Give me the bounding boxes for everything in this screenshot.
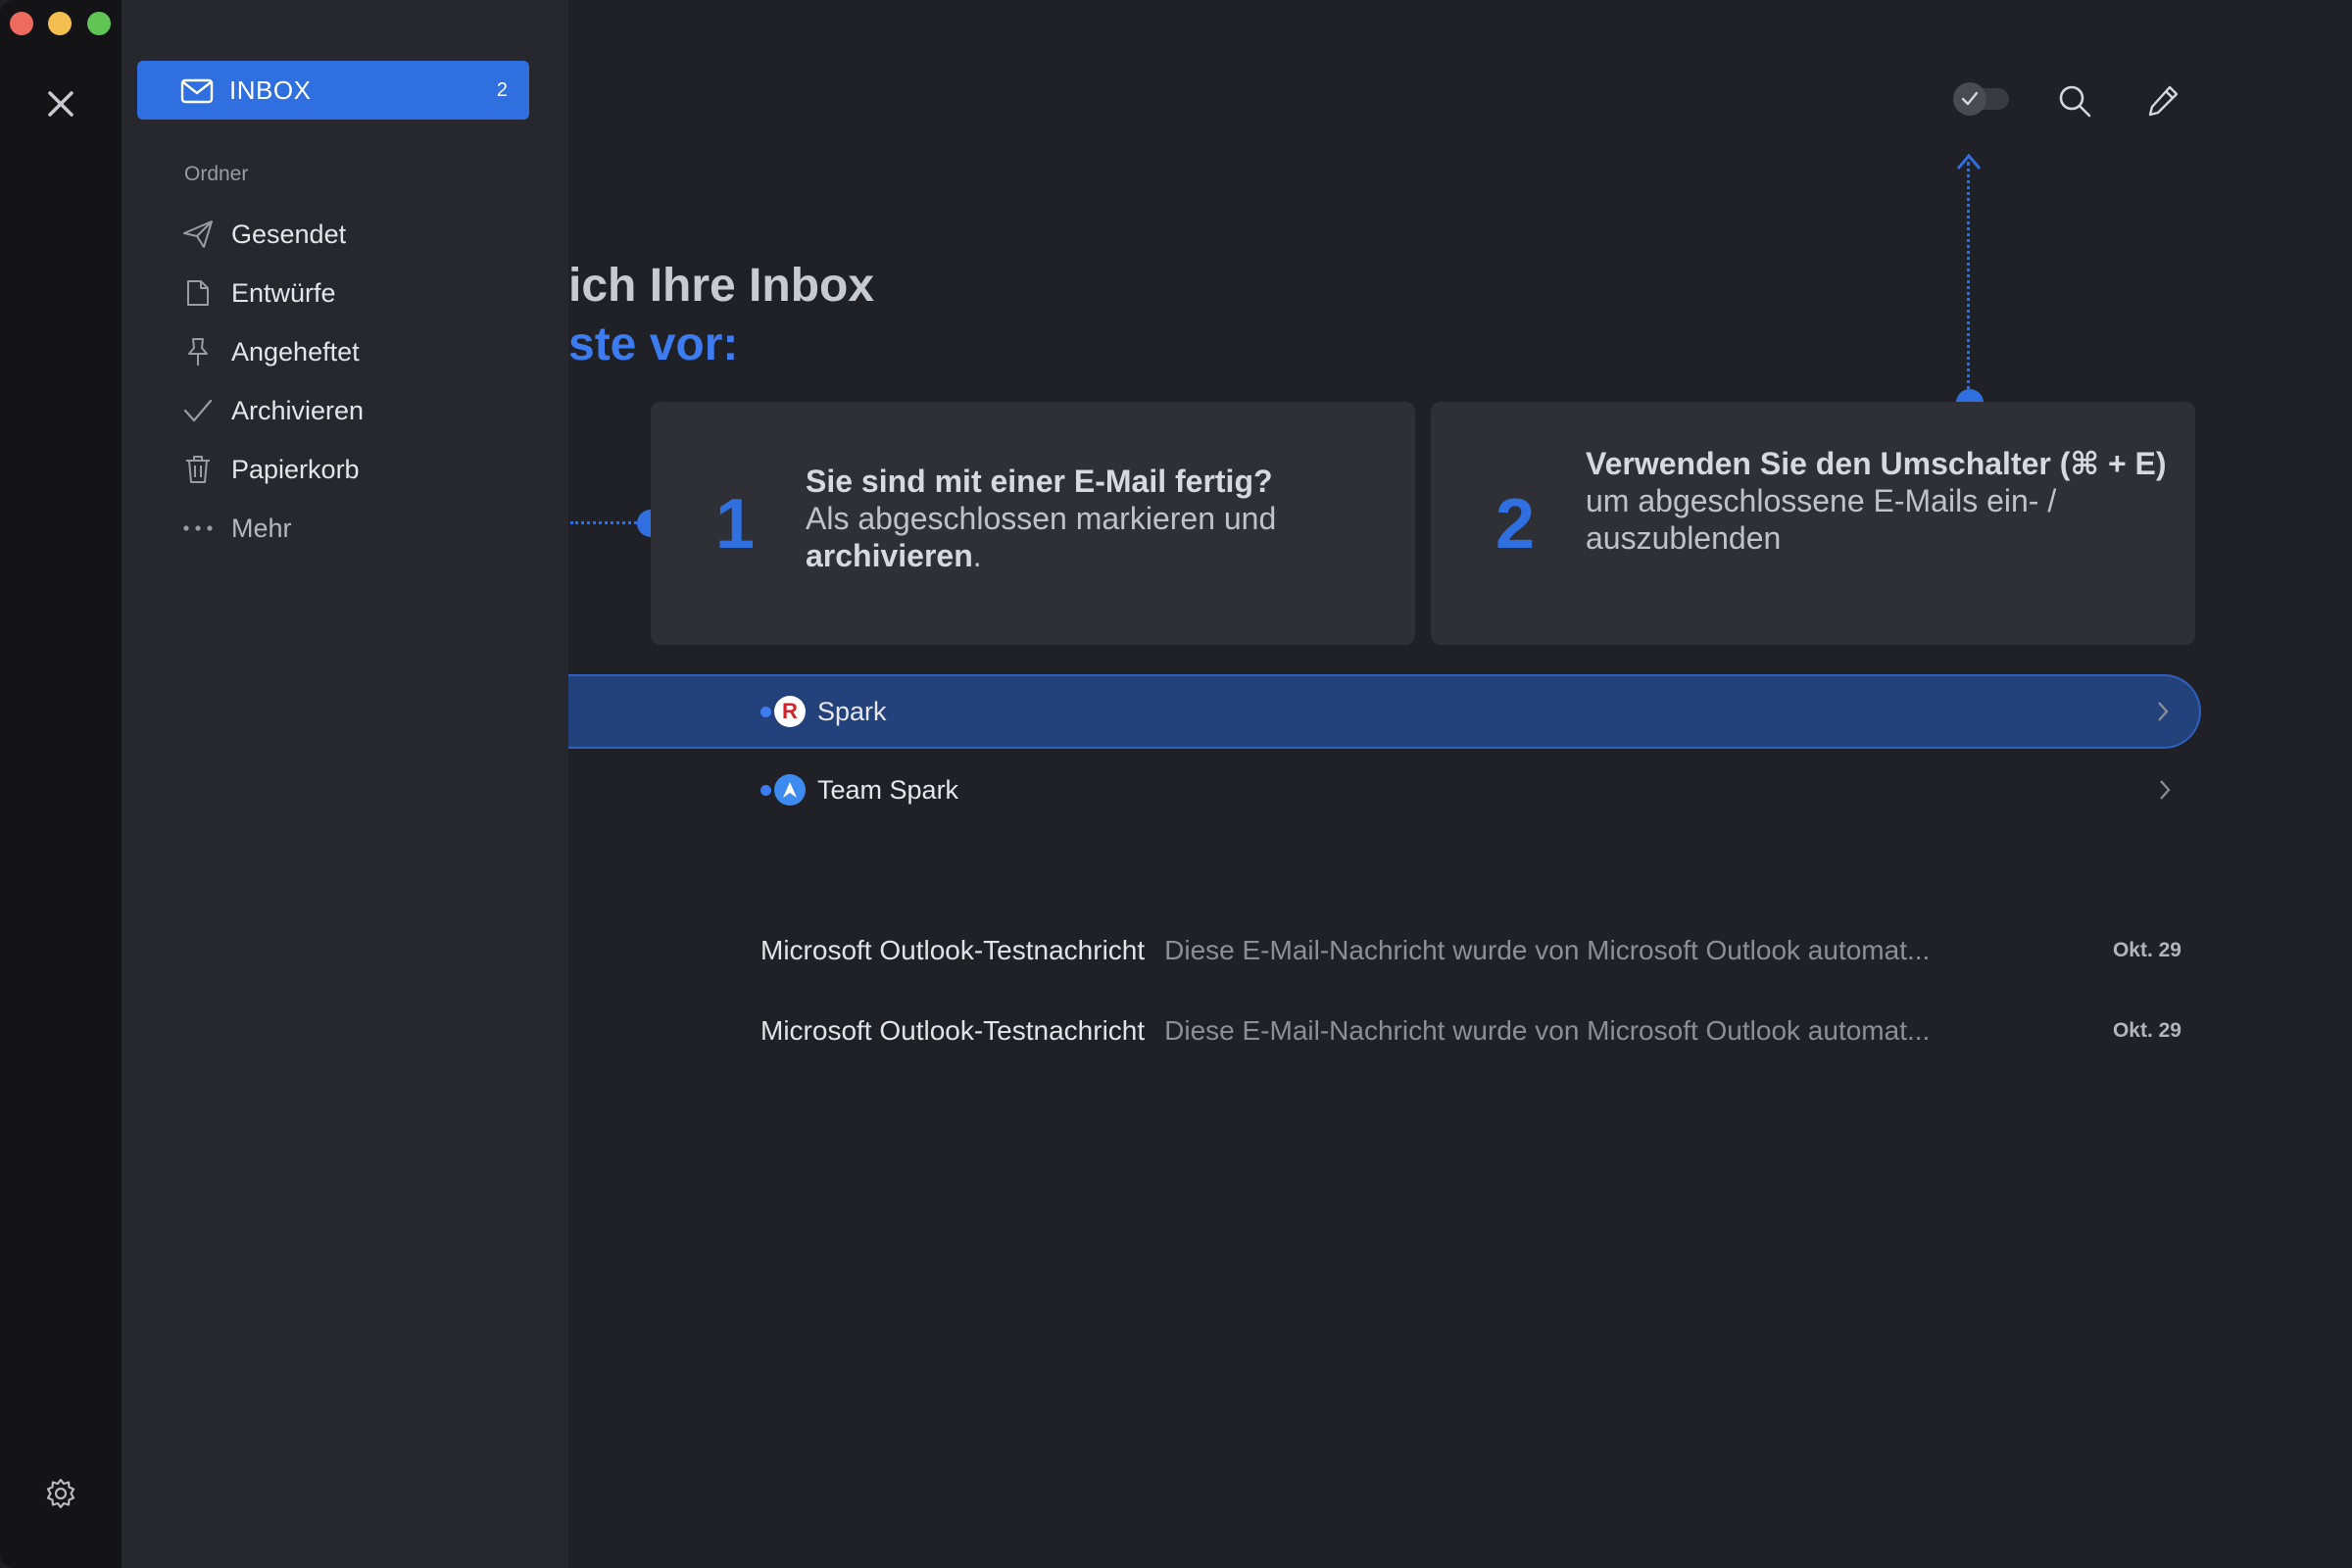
sender-avatar: R [774, 696, 806, 727]
tip-card-2: 2 Verwenden Sie den Umschalter (⌘ + E) u… [1431, 402, 2195, 645]
sidebar-item-trash[interactable]: Papierkorb [180, 440, 553, 499]
show-done-toggle[interactable] [1948, 78, 2013, 120]
tip-emphasis: archivieren [806, 538, 973, 573]
window-minimize-button[interactable] [48, 12, 72, 35]
thread-row-spark[interactable]: R Spark [568, 674, 2201, 749]
search-icon [2059, 85, 2091, 118]
folders-section-label: Ordner [184, 163, 249, 185]
sidebar-item-drafts[interactable]: Entwürfe [180, 264, 553, 322]
left-rail [0, 0, 122, 1568]
headline-line-1: ich Ihre Inbox [568, 260, 875, 312]
unread-dot [760, 706, 771, 717]
thread-sender: Spark [817, 696, 887, 726]
chevron-right-icon [2160, 780, 2171, 800]
tip-title: Verwenden Sie den Umschalter (⌘ + E) [1586, 446, 2167, 481]
sidebar-item-label: Angeheftet [231, 336, 360, 367]
mail-row[interactable]: Microsoft Outlook-Testnachricht Diese E-… [760, 921, 2181, 980]
chevron-right-icon [2158, 702, 2169, 721]
main-pane: ich Ihre Inbox ste vor: 1 Sie sind mit e… [568, 0, 2352, 1568]
arrow-up-icon [1956, 153, 1982, 170]
sidebar-item-archive[interactable]: Archivieren [180, 381, 553, 440]
tip-card-1: 1 Sie sind mit einer E-Mail fertig? Als … [651, 402, 1415, 645]
sidebar-item-inbox[interactable]: INBOX 2 [137, 61, 529, 120]
search-button[interactable] [2052, 78, 2097, 123]
trash-icon [180, 452, 216, 487]
sidebar-item-label: Archivieren [231, 395, 365, 425]
unread-dot [760, 784, 771, 796]
sidebar-item-label: Mehr [231, 513, 292, 543]
thread-sender: Team Spark [817, 774, 959, 805]
envelope-icon [180, 78, 214, 104]
mail-preview: Diese E-Mail-Nachricht wurde von Microso… [1164, 935, 1931, 965]
folder-sidebar: INBOX 2 Ordner Gesendet Entwürfe Angehef… [122, 0, 568, 1568]
tip-title: Sie sind mit einer E-Mail fertig? [806, 464, 1273, 499]
sidebar-item-more[interactable]: Mehr [180, 499, 553, 558]
tip-number: 2 [1495, 485, 1536, 564]
gear-icon [46, 1478, 75, 1509]
mail-subject: Microsoft Outlook-Testnachricht [760, 935, 1146, 965]
tip-punct: . [972, 538, 982, 573]
onboarding-headline: ich Ihre Inbox ste vor: [568, 257, 874, 374]
sidebar-item-pinned[interactable]: Angeheftet [180, 322, 553, 381]
app-window: INBOX 2 Ordner Gesendet Entwürfe Angehef… [0, 0, 2352, 1568]
settings-button[interactable] [39, 1472, 82, 1515]
pin-icon [180, 334, 216, 369]
folder-list: Gesendet Entwürfe Angeheftet Archivieren [180, 205, 553, 558]
window-zoom-button[interactable] [87, 12, 111, 35]
thread-row-team-spark[interactable]: Team Spark [568, 753, 2201, 827]
mail-row[interactable]: Microsoft Outlook-Testnachricht Diese E-… [760, 1002, 2181, 1060]
window-close-button[interactable] [10, 12, 33, 35]
ellipsis-icon [180, 511, 216, 546]
sidebar-item-sent[interactable]: Gesendet [180, 205, 553, 264]
mail-preview: Diese E-Mail-Nachricht wurde von Microso… [1164, 1015, 1931, 1046]
document-icon [180, 275, 216, 311]
pencil-icon [2148, 85, 2179, 117]
spark-logo-icon [774, 774, 806, 806]
mail-date: Okt. 29 [2112, 939, 2181, 961]
tip-number: 1 [715, 485, 756, 564]
unread-count-badge: 2 [496, 78, 508, 101]
sidebar-item-label: Gesendet [231, 219, 347, 249]
close-icon [48, 91, 74, 117]
checkmark-icon [180, 393, 216, 428]
close-sidebar-button[interactable] [39, 82, 82, 125]
compose-button[interactable] [2140, 78, 2185, 123]
sidebar-item-label: Entwürfe [231, 277, 336, 308]
toggle-connector-line [1967, 162, 1970, 397]
tip-text: Verwenden Sie den Umschalter (⌘ + E) um … [1586, 445, 2174, 557]
sidebar-item-label: INBOX [229, 74, 312, 105]
tip-text: Sie sind mit einer E-Mail fertig? Als ab… [806, 463, 1394, 574]
mail-date: Okt. 29 [2112, 1019, 2181, 1042]
tip-body: Als abgeschlossen markieren und [806, 501, 1277, 536]
toggle-check-icon [1953, 82, 2009, 116]
sidebar-item-label: Papierkorb [231, 454, 360, 484]
headline-line-2: ste vor: [568, 318, 739, 370]
tip-body: um abgeschlossene E-Mails ein- / auszubl… [1586, 483, 2057, 556]
mail-subject: Microsoft Outlook-Testnachricht [760, 1015, 1146, 1046]
paper-plane-icon [180, 217, 216, 252]
